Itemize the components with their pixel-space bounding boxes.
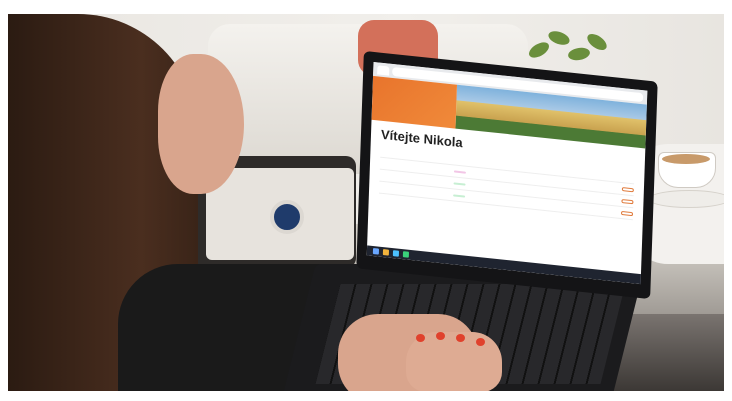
- leaf: [526, 39, 552, 61]
- fingernail: [416, 334, 425, 342]
- browser-icon[interactable]: [392, 250, 400, 257]
- row-label: [380, 151, 450, 158]
- row-label: [380, 163, 450, 170]
- person-hand: [406, 332, 502, 391]
- fingernail: [456, 334, 465, 342]
- fingernail: [436, 332, 445, 340]
- status-pill: [453, 181, 466, 186]
- action-button[interactable]: [620, 210, 634, 216]
- action-button[interactable]: [621, 186, 634, 192]
- row-label: [380, 175, 450, 182]
- person-face: [158, 54, 244, 194]
- photo-frame: Vítejte Nikola: [8, 14, 724, 391]
- status-pill: [453, 169, 467, 174]
- fingernail: [476, 338, 485, 346]
- saucer: [648, 190, 724, 208]
- laptop-screen-bezel: Vítejte Nikola: [356, 50, 658, 300]
- browser-tab[interactable]: [377, 64, 390, 76]
- leaf: [546, 28, 572, 48]
- app-icon[interactable]: [402, 251, 410, 258]
- folder-icon[interactable]: [382, 249, 390, 256]
- status-pill: [453, 193, 466, 198]
- speaker-knob: [270, 200, 304, 234]
- row-label: [379, 187, 449, 194]
- start-icon[interactable]: [372, 248, 380, 255]
- banner-logo-block: [371, 75, 457, 129]
- action-button[interactable]: [621, 198, 634, 204]
- leaf: [567, 46, 591, 62]
- coffee: [662, 154, 710, 164]
- laptop-screen: Vítejte Nikola: [366, 61, 648, 285]
